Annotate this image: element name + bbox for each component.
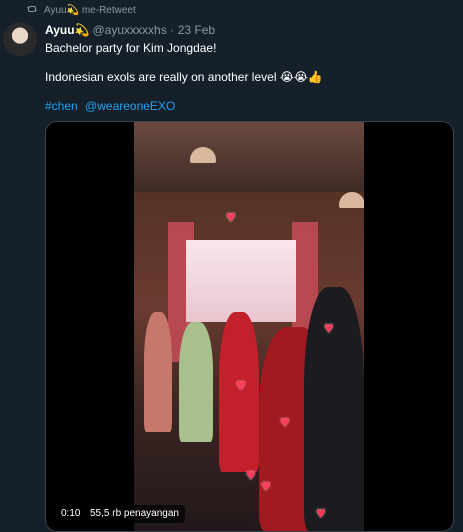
video-time: 0:10: [56, 505, 86, 523]
hashtag-row: #chen @weareoneEXO: [45, 98, 175, 114]
retweet-indicator: Ayuu💫 me-Retweet: [26, 3, 136, 17]
separator: ·: [169, 23, 174, 37]
mention-weareoneexo[interactable]: @weareoneEXO: [85, 99, 175, 113]
video-lamp: [339, 192, 364, 208]
heart-sticker-icon: ♥: [226, 209, 236, 226]
retweet-text: Ayuu💫 me-Retweet: [44, 4, 136, 16]
hashtag-chen[interactable]: #chen: [45, 99, 78, 113]
heart-sticker-icon: ♥: [324, 320, 334, 337]
heart-sticker-icon: ♥: [236, 377, 246, 394]
heart-sticker-icon: ♥: [280, 414, 290, 431]
tweet-date[interactable]: 23 Feb: [178, 23, 215, 37]
video-person: [179, 322, 213, 442]
tweet[interactable]: Ayuu💫 me-Retweet Ayuu💫 @ayuxxxxxhs · 23 …: [0, 0, 463, 532]
video-person: [144, 312, 172, 432]
heart-sticker-icon: ♥: [316, 505, 326, 522]
heart-sticker-icon: ♥: [261, 478, 271, 495]
video-screen: [186, 240, 296, 322]
video-ceiling: [134, 122, 364, 192]
username[interactable]: @ayuxxxxxhs: [93, 23, 167, 37]
retweet-icon: [26, 3, 38, 18]
video-frame[interactable]: ♥ ♥ ♥ ♥ ♥ ♥ ♥: [134, 122, 364, 531]
display-name[interactable]: Ayuu💫: [45, 23, 90, 37]
avatar[interactable]: [3, 22, 37, 56]
view-count: 55,5 rb penayangan: [84, 505, 185, 523]
tweet-text-line-2: Indonesian exols are really on another l…: [45, 70, 323, 84]
tweet-header: Ayuu💫 @ayuxxxxxhs · 23 Feb: [45, 22, 215, 38]
tweet-text-line-1: Bachelor party for Kim Jongdae!: [45, 41, 217, 55]
video-player[interactable]: ♥ ♥ ♥ ♥ ♥ ♥ ♥ 0:10 55,5 rb penayangan: [45, 121, 454, 532]
